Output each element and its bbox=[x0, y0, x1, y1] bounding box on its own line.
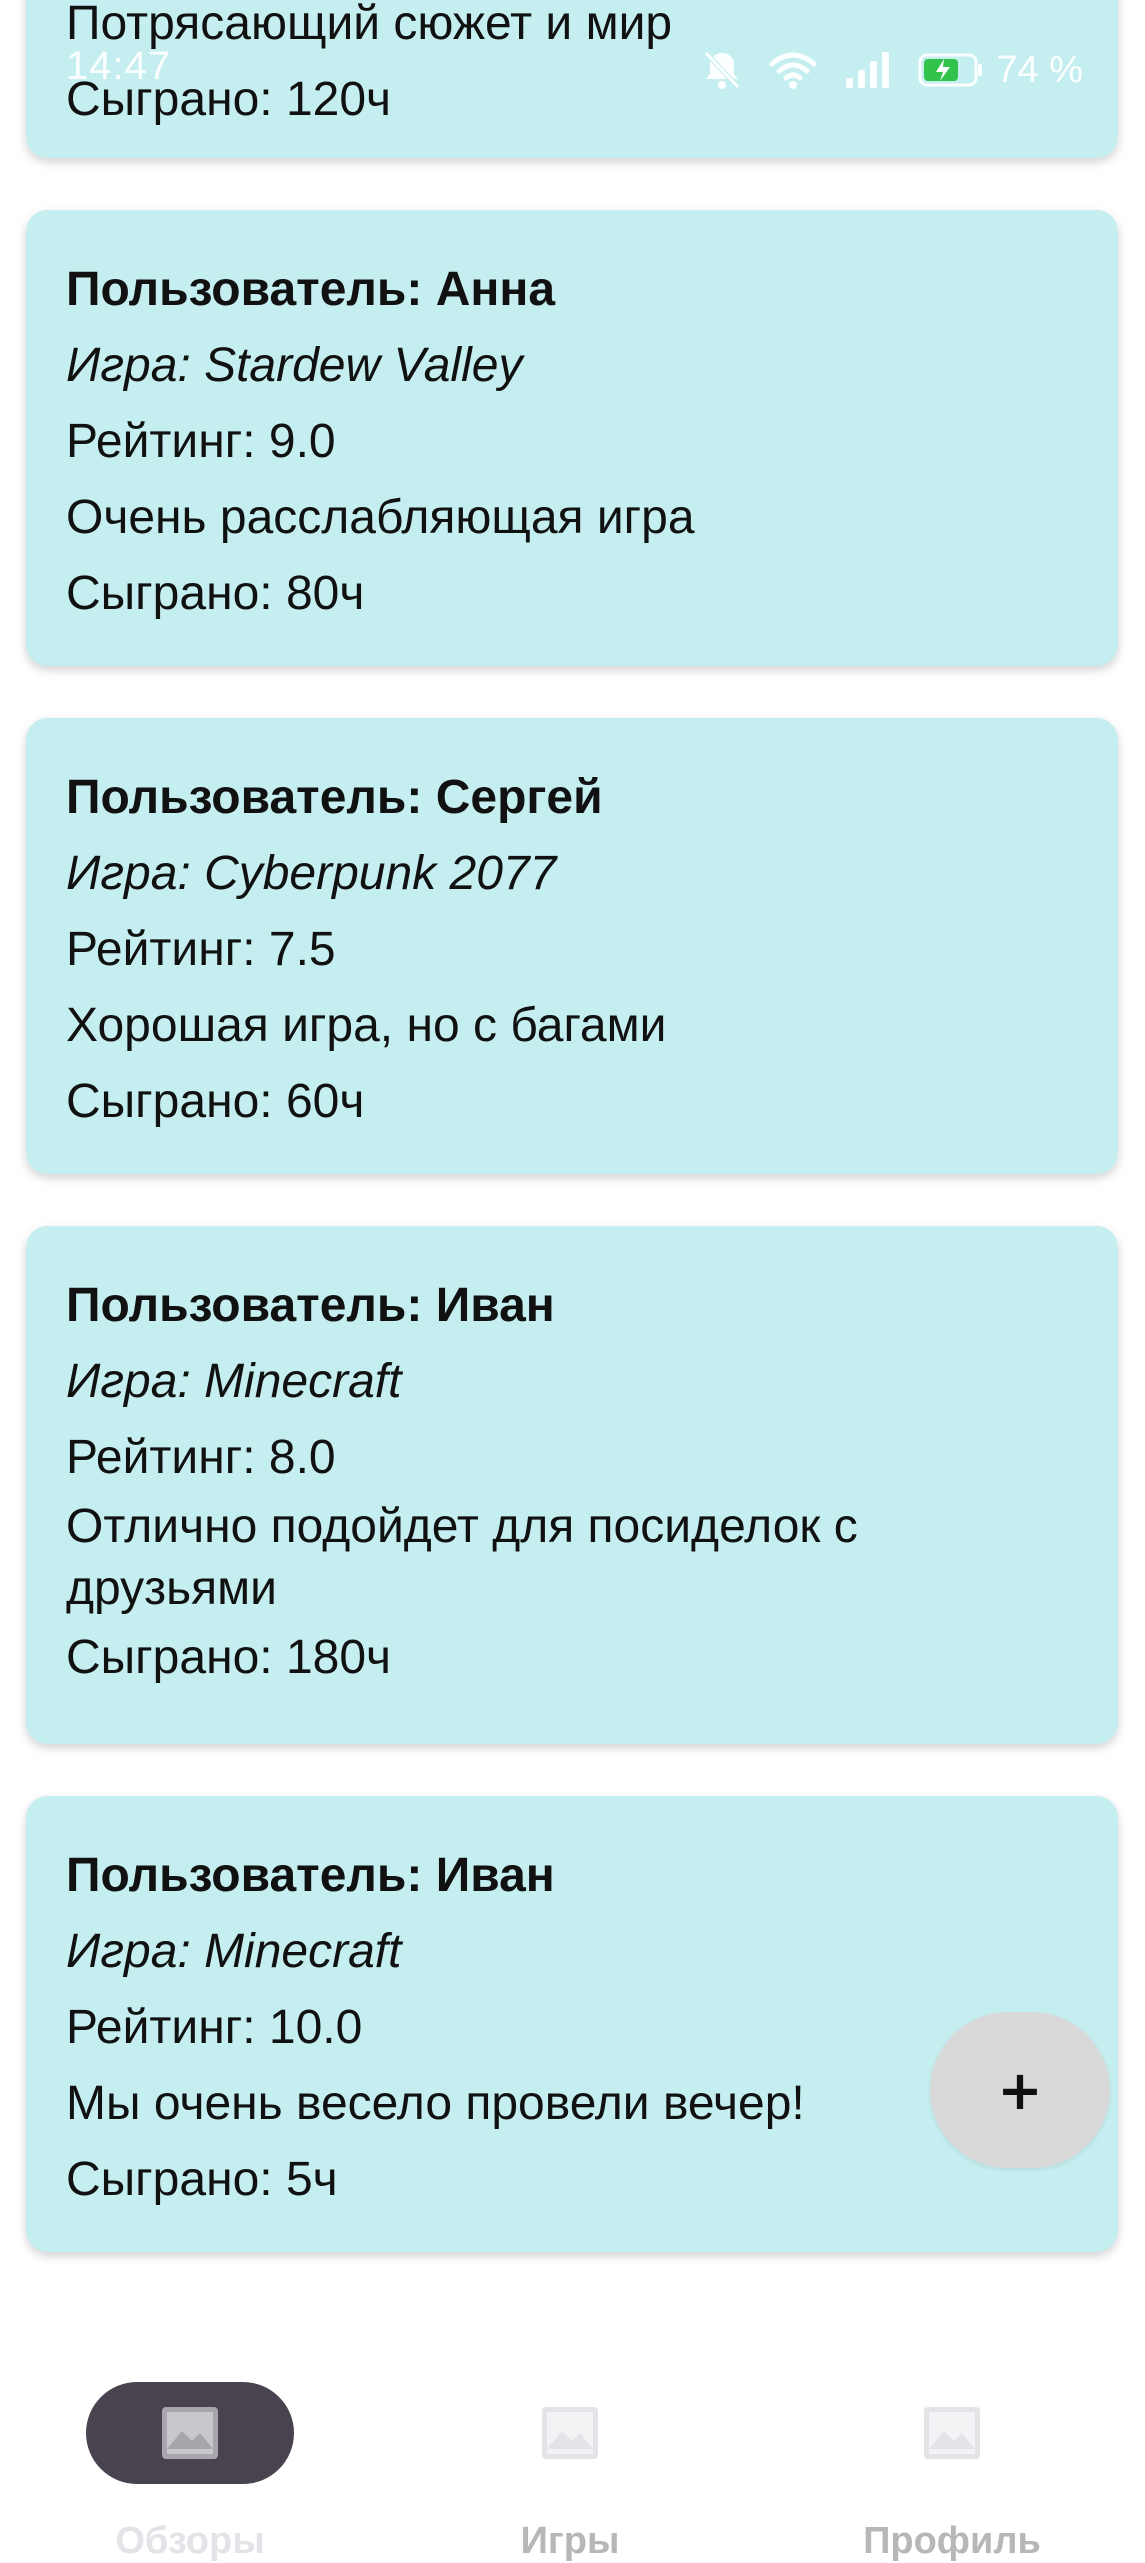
nav-item-games[interactable]: Игры bbox=[380, 2340, 760, 2562]
review-card[interactable]: Потрясающий сюжет и мир Сыграно: 120ч bbox=[26, 0, 1118, 158]
review-card[interactable]: Пользователь: Сергей Игра: Cyberpunk 207… bbox=[26, 718, 1118, 1174]
review-comment: Потрясающий сюжет и мир bbox=[66, 0, 673, 50]
review-played: Сыграно: 5ч bbox=[66, 2153, 338, 2206]
review-game: Игра: Stardew Valley bbox=[66, 339, 523, 392]
review-game: Игра: Minecraft bbox=[66, 1355, 402, 1408]
review-comment: Хорошая игра, но с багами bbox=[66, 999, 667, 1052]
nav-item-label: Игры bbox=[520, 2520, 620, 2562]
review-played: Сыграно: 80ч bbox=[66, 567, 365, 620]
image-icon bbox=[540, 2405, 600, 2461]
nav-item-reviews[interactable]: Обзоры bbox=[0, 2340, 380, 2562]
review-user: Пользователь: Анна bbox=[66, 263, 556, 316]
review-comment: Отлично подойдет для посиделок с друзьям… bbox=[66, 1500, 872, 1615]
image-icon bbox=[160, 2405, 220, 2461]
review-card[interactable]: Пользователь: Анна Игра: Stardew Valley … bbox=[26, 210, 1118, 666]
nav-item-indicator bbox=[86, 2382, 294, 2484]
nav-item-label: Профиль bbox=[863, 2520, 1041, 2562]
review-rating: Рейтинг: 10.0 bbox=[66, 2001, 363, 2054]
review-user: Пользователь: Иван bbox=[66, 1849, 555, 1902]
bottom-navigation: Обзоры Игры Профиль bbox=[0, 2300, 1145, 2562]
review-user: Пользователь: Сергей bbox=[66, 771, 603, 824]
review-rating: Рейтинг: 9.0 bbox=[66, 415, 336, 468]
review-rating: Рейтинг: 8.0 bbox=[66, 1431, 336, 1484]
review-comment: Очень расслабляющая игра bbox=[66, 491, 695, 544]
add-review-button[interactable]: + bbox=[930, 2012, 1110, 2168]
review-comment: Мы очень весело провели вечер! bbox=[66, 2077, 805, 2130]
nav-item-indicator bbox=[466, 2382, 674, 2484]
plus-icon: + bbox=[997, 2058, 1043, 2122]
review-game: Игра: Cyberpunk 2077 bbox=[66, 847, 557, 900]
review-user: Пользователь: Иван bbox=[66, 1279, 555, 1332]
review-game: Игра: Minecraft bbox=[66, 1925, 402, 1978]
review-card[interactable]: Пользователь: Иван Игра: Minecraft Рейти… bbox=[26, 1226, 1118, 1744]
review-played: Сыграно: 180ч bbox=[66, 1631, 392, 1684]
review-rating: Рейтинг: 7.5 bbox=[66, 923, 336, 976]
review-played: Сыграно: 120ч bbox=[66, 73, 392, 126]
nav-item-indicator bbox=[848, 2382, 1056, 2484]
review-played: Сыграно: 60ч bbox=[66, 1075, 365, 1128]
nav-item-profile[interactable]: Профиль bbox=[762, 2340, 1142, 2562]
image-icon bbox=[922, 2405, 982, 2461]
nav-item-label: Обзоры bbox=[115, 2520, 265, 2562]
review-card[interactable]: Пользователь: Иван Игра: Minecraft Рейти… bbox=[26, 1796, 1118, 2252]
